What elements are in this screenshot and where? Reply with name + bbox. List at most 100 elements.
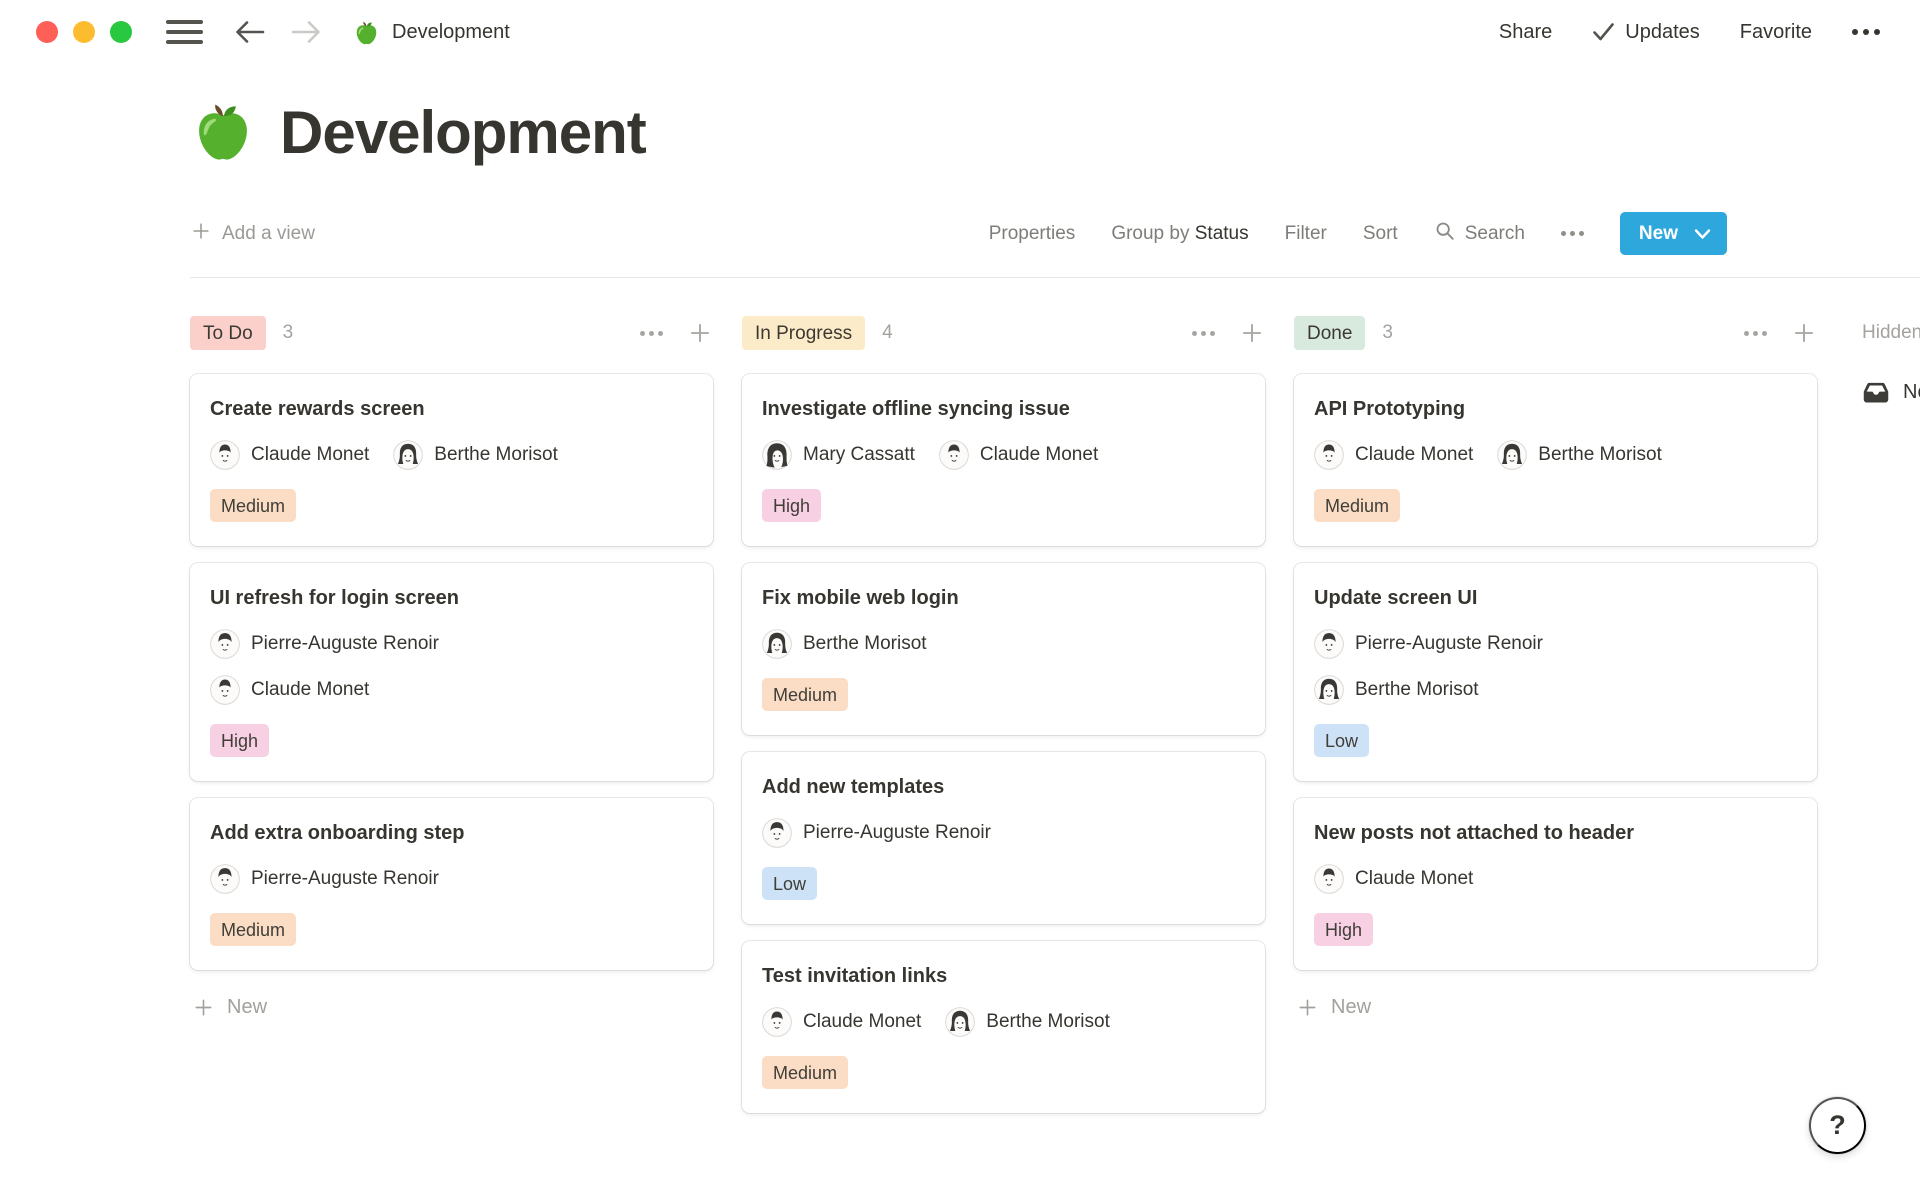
check-icon (1592, 22, 1615, 42)
card-assignee-row: Pierre-Auguste Renoir (210, 629, 693, 659)
column-add-icon[interactable] (1239, 320, 1265, 346)
priority-tag[interactable]: Low (762, 867, 817, 900)
column-more-icon[interactable] (1744, 331, 1767, 336)
kanban-card[interactable]: API Prototyping Claude Monet Berthe Mori… (1294, 374, 1817, 546)
avatar-man-dark (210, 629, 240, 659)
filter-button[interactable]: Filter (1285, 223, 1327, 245)
kanban-card[interactable]: Fix mobile web login Berthe MorisotMediu… (742, 563, 1265, 735)
avatar-man-light (1314, 440, 1344, 470)
assignee[interactable]: Claude Monet (762, 1007, 921, 1037)
assignee-name: Mary Cassatt (803, 444, 915, 466)
view-more-options-icon[interactable] (1561, 231, 1584, 236)
forward-icon[interactable] (291, 19, 321, 45)
card-assignee-row: Pierre-Auguste Renoir (210, 864, 693, 894)
favorite-button[interactable]: Favorite (1740, 21, 1812, 44)
assignee-name: Claude Monet (251, 444, 369, 466)
sort-button[interactable]: Sort (1363, 223, 1398, 245)
hidden-group-no-status[interactable]: No Status (1862, 378, 1920, 406)
kanban-card[interactable]: Test invitation links Claude Monet Berth… (742, 941, 1265, 1113)
search-icon (1434, 220, 1456, 248)
card-title: Add extra onboarding step (210, 819, 693, 848)
avatar-man-dark (210, 864, 240, 894)
assignee[interactable]: Pierre-Auguste Renoir (762, 818, 991, 848)
kanban-card[interactable]: UI refresh for login screen Pierre-Augus… (190, 563, 713, 781)
assignee[interactable]: Pierre-Auguste Renoir (210, 864, 439, 894)
assignee[interactable]: Berthe Morisot (1497, 440, 1662, 470)
card-assignee-row: Claude Monet Berthe Morisot (210, 440, 693, 470)
add-card-label: New (227, 996, 267, 1019)
assignee[interactable]: Pierre-Auguste Renoir (210, 629, 439, 659)
assignee[interactable]: Pierre-Auguste Renoir (1314, 629, 1543, 659)
assignee-name: Pierre-Auguste Renoir (251, 633, 439, 655)
back-icon[interactable] (235, 19, 265, 45)
column-status-badge[interactable]: Done (1294, 316, 1365, 350)
assignee[interactable]: Claude Monet (1314, 864, 1473, 894)
priority-tag[interactable]: High (1314, 913, 1373, 946)
column-add-icon[interactable] (1791, 320, 1817, 346)
priority-tag[interactable]: High (210, 724, 269, 757)
window-topbar: Development Share Updates Favorite (0, 0, 1920, 64)
priority-tag[interactable]: Medium (1314, 489, 1400, 522)
assignee[interactable]: Berthe Morisot (1314, 675, 1479, 705)
card-title: Add new templates (762, 773, 1245, 802)
column-actions (1192, 320, 1265, 346)
traffic-lights (36, 21, 132, 43)
assignee[interactable]: Claude Monet (210, 675, 369, 705)
column-more-icon[interactable] (1192, 331, 1215, 336)
search-button[interactable]: Search (1434, 220, 1525, 248)
priority-tag[interactable]: Low (1314, 724, 1369, 757)
group-by-button[interactable]: Group by Status (1111, 223, 1248, 245)
priority-tag[interactable]: Medium (210, 489, 296, 522)
priority-tag[interactable]: Medium (210, 913, 296, 946)
assignee-name: Berthe Morisot (986, 1011, 1110, 1033)
card-title: Investigate offline syncing issue (762, 395, 1245, 424)
new-button[interactable]: New (1620, 212, 1727, 255)
assignee[interactable]: Claude Monet (1314, 440, 1473, 470)
minimize-window-button[interactable] (73, 21, 95, 43)
assignee[interactable]: Berthe Morisot (762, 629, 927, 659)
column-status-badge[interactable]: In Progress (742, 316, 865, 350)
green-apple-icon[interactable] (190, 98, 256, 166)
avatar-man-light (210, 440, 240, 470)
avatar-woman-bob (762, 629, 792, 659)
updates-button[interactable]: Updates (1592, 21, 1700, 44)
kanban-card[interactable]: New posts not attached to header Claude … (1294, 798, 1817, 970)
plus-icon (192, 996, 215, 1019)
help-button[interactable]: ? (1809, 1097, 1866, 1154)
card-title: UI refresh for login screen (210, 584, 693, 613)
more-options-icon[interactable] (1852, 29, 1880, 35)
kanban-card[interactable]: Add extra onboarding step Pierre-Auguste… (190, 798, 713, 970)
priority-tag[interactable]: Medium (762, 678, 848, 711)
page-title-text[interactable]: Development (280, 100, 646, 166)
priority-tag[interactable]: High (762, 489, 821, 522)
card-assignee-row: Claude Monet (210, 675, 693, 705)
assignee[interactable]: Claude Monet (210, 440, 369, 470)
column-status-badge[interactable]: To Do (190, 316, 266, 350)
kanban-card[interactable]: Update screen UI Pierre-Auguste Renoir B… (1294, 563, 1817, 781)
zoom-window-button[interactable] (110, 21, 132, 43)
assignee[interactable]: Berthe Morisot (945, 1007, 1110, 1037)
column-add-icon[interactable] (687, 320, 713, 346)
assignee[interactable]: Claude Monet (939, 440, 1098, 470)
sidebar-menu-icon[interactable] (166, 19, 203, 45)
column-more-icon[interactable] (640, 331, 663, 336)
kanban-card[interactable]: Create rewards screen Claude Monet Berth… (190, 374, 713, 546)
properties-button[interactable]: Properties (989, 223, 1076, 245)
add-view-button[interactable]: Add a view (190, 220, 315, 248)
share-button[interactable]: Share (1499, 21, 1552, 44)
avatar-woman-bob (945, 1007, 975, 1037)
card-assignee-row: Pierre-Auguste Renoir (1314, 629, 1797, 659)
column-actions (1744, 320, 1817, 346)
breadcrumb-doc-title[interactable]: Development (392, 21, 510, 44)
assignee[interactable]: Berthe Morisot (393, 440, 558, 470)
close-window-button[interactable] (36, 21, 58, 43)
assignee-name: Claude Monet (980, 444, 1098, 466)
add-card-button[interactable]: New (190, 996, 713, 1019)
card-title: Test invitation links (762, 962, 1245, 991)
assignee[interactable]: Mary Cassatt (762, 440, 915, 470)
add-card-button[interactable]: New (1294, 996, 1817, 1019)
kanban-card[interactable]: Add new templates Pierre-Auguste Renoir L… (742, 752, 1265, 924)
priority-tag[interactable]: Medium (762, 1056, 848, 1089)
board-column-done: Done3API Prototyping Claude Monet Berthe… (1294, 316, 1817, 1019)
kanban-card[interactable]: Investigate offline syncing issue Mary C… (742, 374, 1265, 546)
